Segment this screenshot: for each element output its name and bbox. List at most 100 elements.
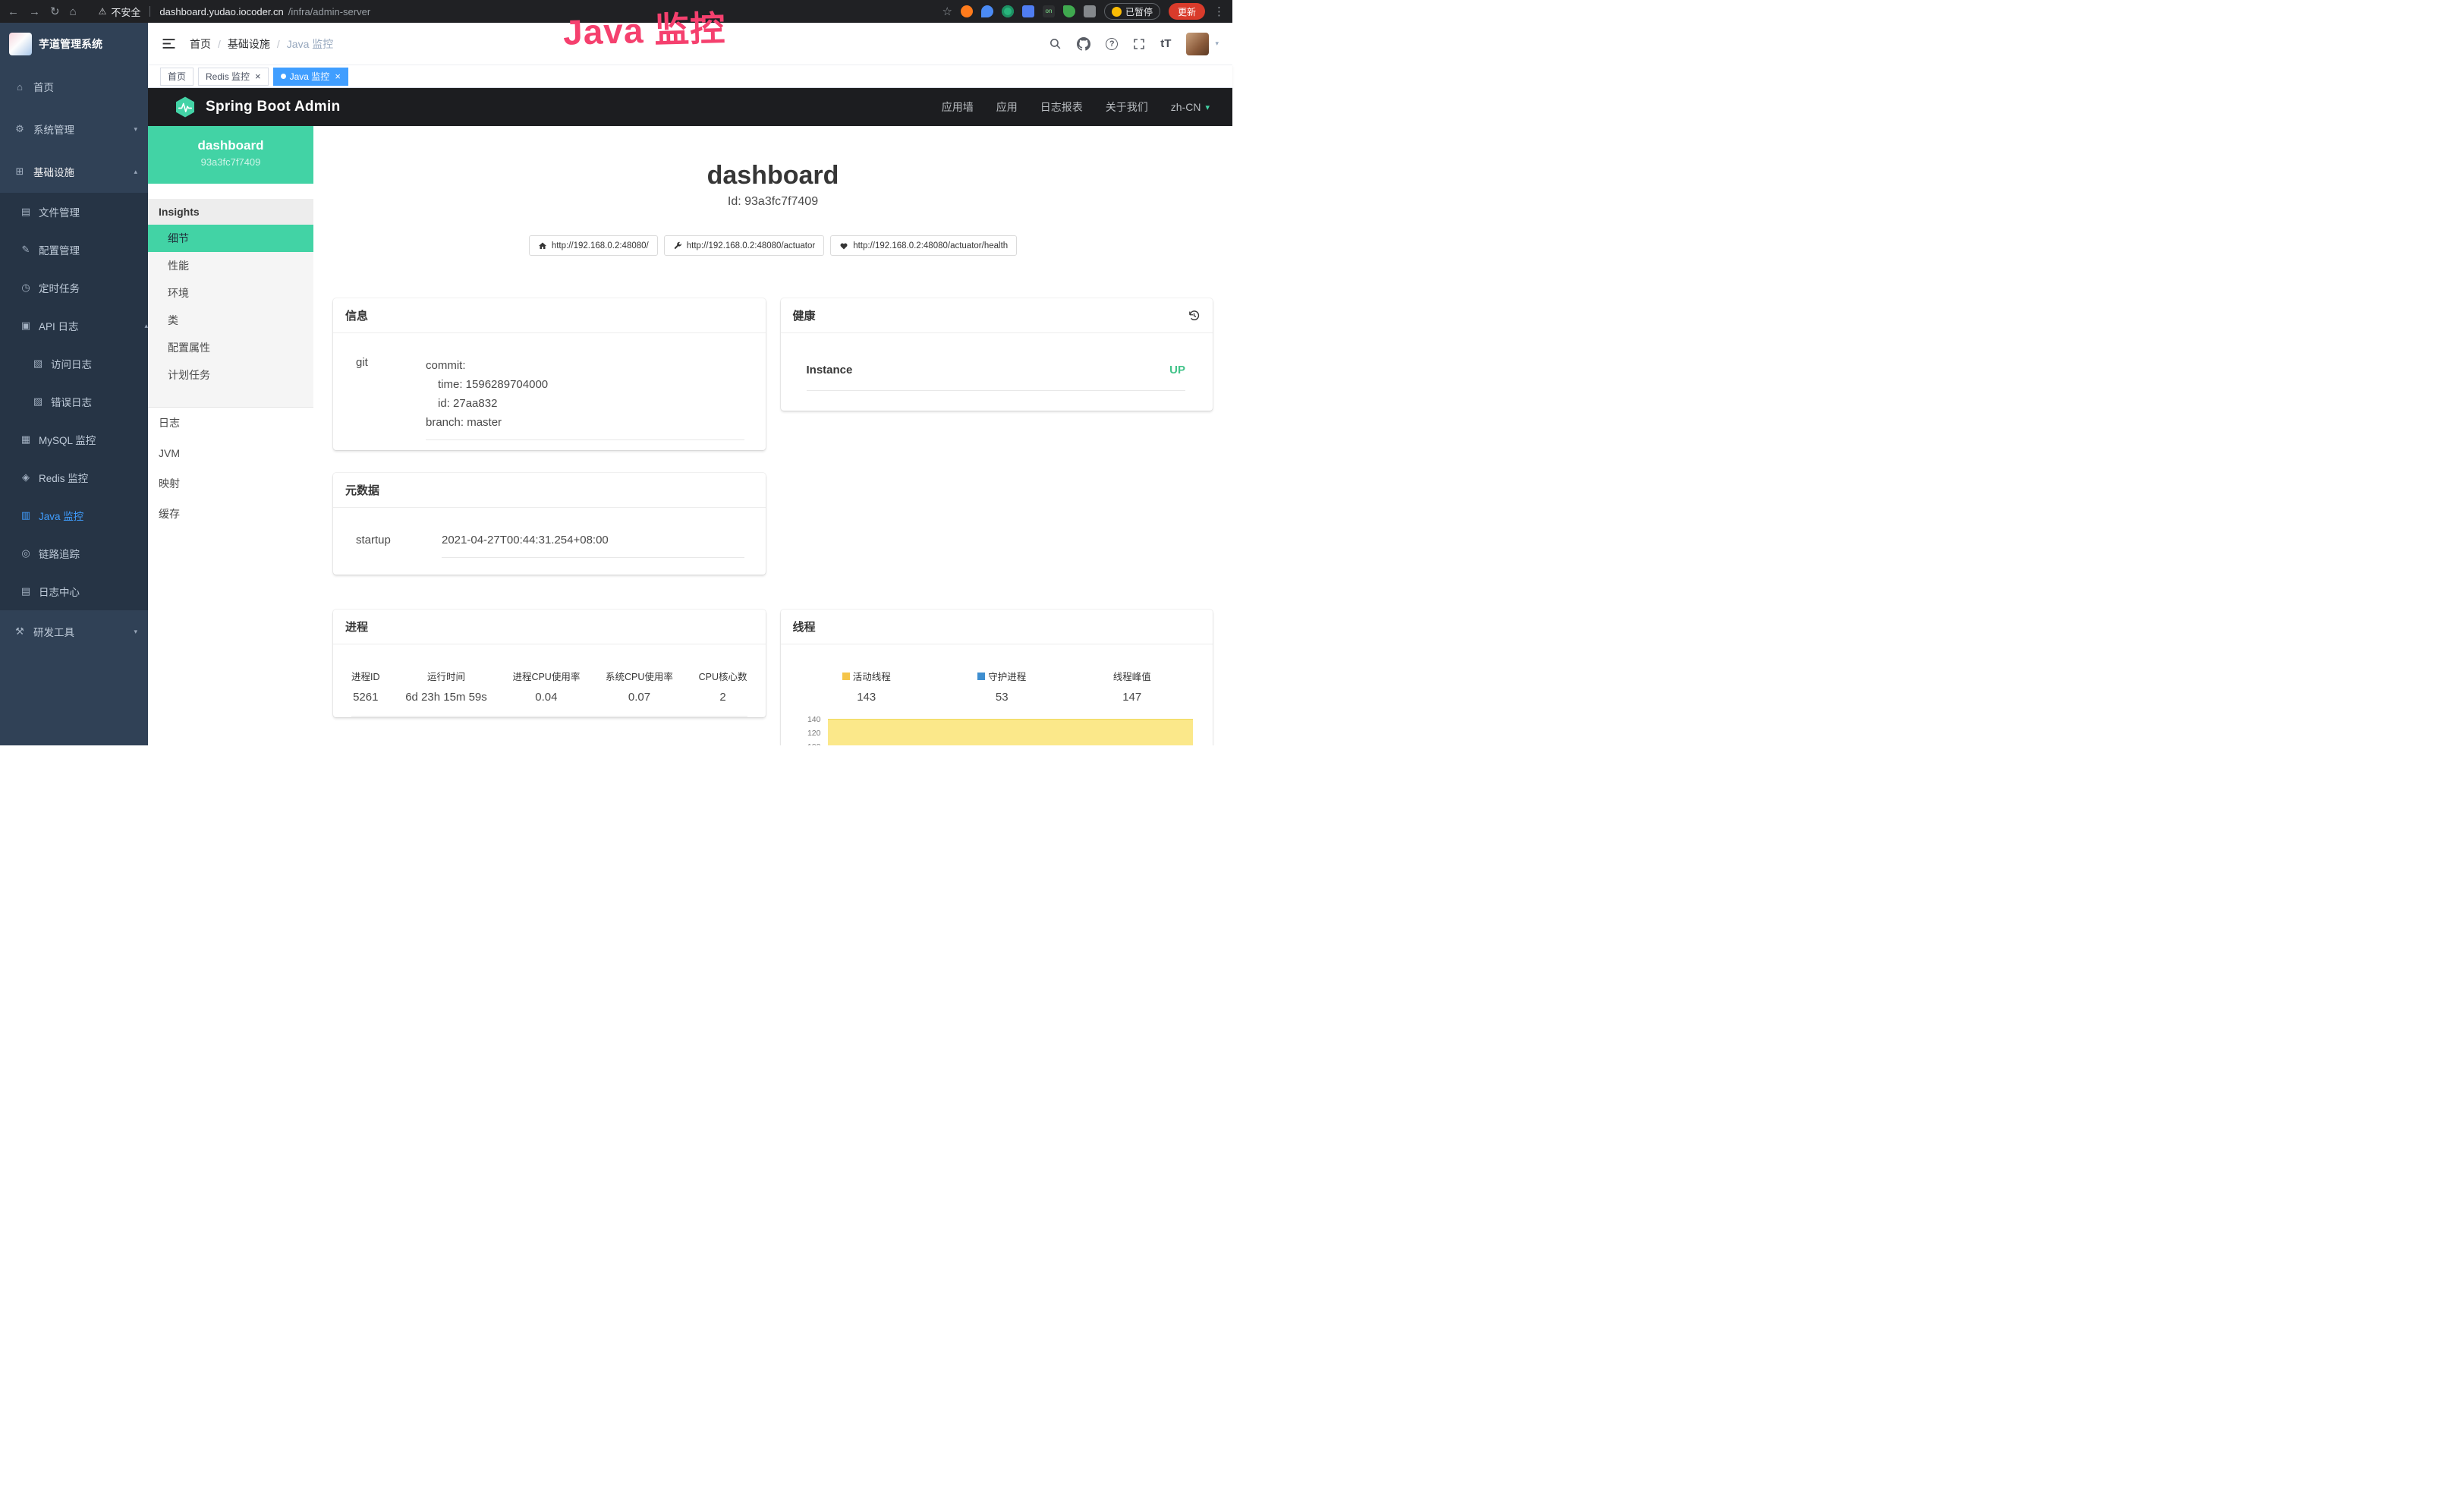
instance-root-link[interactable]: http://192.168.0.2:48080/ bbox=[529, 235, 658, 256]
tab-home[interactable]: 首页 bbox=[160, 68, 194, 86]
close-tab-icon[interactable]: × bbox=[255, 71, 261, 82]
address-bar[interactable]: ⚠ 不安全 dashboard.yudao.iocoder.cn/infra/a… bbox=[99, 5, 371, 19]
sidebar-item-java-monitor[interactable]: ▥ Java 监控 bbox=[0, 496, 148, 534]
sidebar-item-api-log[interactable]: ▣ API 日志 ▴ bbox=[0, 307, 148, 345]
extension-icon-leaf[interactable] bbox=[1063, 5, 1075, 17]
sidebar-item-system-mgmt[interactable]: ⚙ 系统管理 ▾ bbox=[0, 108, 148, 150]
sba-menu-classes[interactable]: 类 bbox=[148, 307, 313, 334]
extension-icon-orange[interactable] bbox=[961, 5, 973, 17]
sidebar-item-scheduled-jobs[interactable]: ◷ 定时任务 bbox=[0, 269, 148, 307]
sba-nav-about[interactable]: 关于我们 bbox=[1106, 99, 1148, 115]
sba-menu-details[interactable]: 细节 bbox=[148, 225, 313, 252]
instance-header[interactable]: dashboard 93a3fc7f7409 bbox=[148, 126, 313, 184]
stat-label: 进程ID bbox=[351, 669, 380, 683]
sba-menu-logs[interactable]: 日志 bbox=[148, 408, 313, 438]
git-commit-line: commit: bbox=[426, 356, 744, 375]
fullscreen-icon[interactable] bbox=[1133, 38, 1145, 50]
update-button[interactable]: 更新 bbox=[1169, 3, 1205, 20]
health-card-body: Instance UP bbox=[781, 333, 1213, 391]
tab-redis-monitor[interactable]: Redis 监控 × bbox=[198, 68, 269, 86]
sba-menu-jvm[interactable]: JVM bbox=[148, 438, 313, 468]
info-key: git bbox=[356, 356, 426, 440]
url-host: dashboard.yudao.iocoder.cn bbox=[159, 6, 283, 17]
threads-legend: 活动线程 143 守护进程 bbox=[799, 669, 1195, 704]
extension-icon-puzzle[interactable] bbox=[1084, 5, 1096, 17]
tab-java-monitor[interactable]: Java 监控 × bbox=[273, 68, 348, 86]
collapse-menu-icon[interactable] bbox=[162, 36, 176, 51]
sba-menu-config-props[interactable]: 配置属性 bbox=[148, 334, 313, 361]
page-header: 首页 / 基础设施 / Java 监控 ? tT ▾ bbox=[148, 23, 1232, 65]
github-icon[interactable] bbox=[1077, 37, 1090, 51]
process-stat: 系统CPU使用率 0.07 bbox=[606, 669, 673, 704]
security-warning-icon[interactable]: ⚠ bbox=[99, 6, 107, 17]
security-warning-label[interactable]: 不安全 bbox=[111, 5, 140, 19]
on-badge-label: on bbox=[1046, 8, 1053, 14]
sba-nav-links: 应用墙 应用 日志报表 关于我们 zh-CN ▾ bbox=[942, 99, 1210, 115]
sidebar-item-infrastructure[interactable]: ⊞ 基础设施 ▴ bbox=[0, 150, 148, 193]
legend-value: 53 bbox=[977, 691, 1026, 704]
process-card-header: 进程 bbox=[333, 610, 766, 644]
extension-icon-on-badge[interactable]: on bbox=[1043, 5, 1055, 17]
forward-icon[interactable]: → bbox=[29, 6, 40, 17]
sidebar-item-config-mgmt[interactable]: ✎ 配置管理 bbox=[0, 231, 148, 269]
health-instance-row[interactable]: Instance UP bbox=[807, 364, 1186, 391]
sidebar-item-label: Redis 监控 bbox=[39, 470, 88, 485]
app-logo: 芋道管理系统 bbox=[0, 23, 148, 65]
history-icon[interactable] bbox=[1188, 309, 1201, 322]
breadcrumb-infrastructure[interactable]: 基础设施 bbox=[228, 36, 270, 52]
sidebar-item-log-center[interactable]: ▤ 日志中心 bbox=[0, 572, 148, 610]
legend-label: 线程峰值 bbox=[1113, 669, 1151, 683]
sba-brand[interactable]: Spring Boot Admin bbox=[206, 99, 340, 115]
sba-menu-performance[interactable]: 性能 bbox=[148, 252, 313, 279]
legend-value: 143 bbox=[842, 691, 891, 704]
instance-health-link[interactable]: http://192.168.0.2:48080/actuator/health bbox=[830, 235, 1017, 256]
extension-icon-blue-drop[interactable] bbox=[981, 5, 993, 17]
back-icon[interactable]: ← bbox=[8, 6, 19, 17]
stat-value: 2 bbox=[699, 691, 747, 704]
extension-icon-grid[interactable] bbox=[1022, 5, 1034, 17]
process-card-body: 进程ID 5261 运行时间 6d 23h 15m 59s 进程CPU使用率 bbox=[333, 644, 766, 717]
sidebar-item-dev-tools[interactable]: ⚒ 研发工具 ▾ bbox=[0, 610, 148, 653]
sba-menu-scheduled-tasks[interactable]: 计划任务 bbox=[148, 361, 313, 389]
card-title: 健康 bbox=[793, 307, 816, 323]
sba-nav-wallboard[interactable]: 应用墙 bbox=[942, 99, 974, 115]
instance-actuator-link[interactable]: http://192.168.0.2:48080/actuator bbox=[664, 235, 824, 256]
live-threads-area-series bbox=[828, 719, 1194, 745]
chart-plot-area bbox=[826, 713, 1195, 745]
breadcrumb-home[interactable]: 首页 bbox=[190, 36, 211, 52]
sba-menu-environment[interactable]: 环境 bbox=[148, 279, 313, 307]
locale-label: zh-CN bbox=[1171, 101, 1201, 113]
sba-menu-caches[interactable]: 缓存 bbox=[148, 499, 313, 529]
browser-toolbar: ← → ↻ ⌂ ⚠ 不安全 dashboard.yudao.iocoder.cn… bbox=[0, 0, 1232, 23]
close-tab-icon[interactable]: × bbox=[335, 71, 341, 82]
breadcrumb-current: Java 监控 bbox=[287, 36, 333, 52]
sidebar-item-access-log[interactable]: ▧ 访问日志 bbox=[0, 345, 148, 383]
locale-selector[interactable]: zh-CN ▾ bbox=[1171, 101, 1210, 113]
user-avatar[interactable] bbox=[1186, 33, 1209, 55]
font-size-icon[interactable]: tT bbox=[1160, 37, 1171, 50]
sidebar-item-tracing[interactable]: ◎ 链路追踪 bbox=[0, 534, 148, 572]
insights-section-header: Insights bbox=[148, 199, 313, 225]
reload-icon[interactable]: ↻ bbox=[50, 6, 60, 17]
card-title: 进程 bbox=[345, 619, 368, 635]
y-tick: 140 bbox=[799, 713, 821, 726]
help-icon[interactable]: ? bbox=[1106, 38, 1118, 50]
tools-icon: ⚒ bbox=[14, 625, 26, 638]
link-label: http://192.168.0.2:48080/ bbox=[552, 241, 649, 250]
sidebar-item-home[interactable]: ⌂ 首页 bbox=[0, 65, 148, 108]
sba-nav-journal[interactable]: 日志报表 bbox=[1040, 99, 1083, 115]
search-icon[interactable] bbox=[1049, 37, 1062, 50]
extension-icon-green-circle[interactable] bbox=[1002, 5, 1014, 17]
sba-menu-mappings[interactable]: 映射 bbox=[148, 468, 313, 499]
bookmark-star-icon[interactable]: ☆ bbox=[942, 6, 952, 17]
browser-menu-icon[interactable]: ⋮ bbox=[1213, 6, 1225, 17]
sba-nav-applications[interactable]: 应用 bbox=[996, 99, 1018, 115]
sidebar-item-mysql-monitor[interactable]: ▦ MySQL 监控 bbox=[0, 421, 148, 458]
sidebar-item-file-mgmt[interactable]: ▤ 文件管理 bbox=[0, 193, 148, 231]
threads-card: 线程 活动线程 143 bbox=[781, 610, 1213, 745]
browser-home-icon[interactable]: ⌂ bbox=[70, 6, 77, 17]
paused-badge[interactable]: 已暂停 bbox=[1104, 3, 1160, 20]
sba-logo-icon bbox=[174, 96, 197, 118]
sidebar-item-redis-monitor[interactable]: ◈ Redis 监控 bbox=[0, 458, 148, 496]
sidebar-item-error-log[interactable]: ▨ 错误日志 bbox=[0, 383, 148, 421]
